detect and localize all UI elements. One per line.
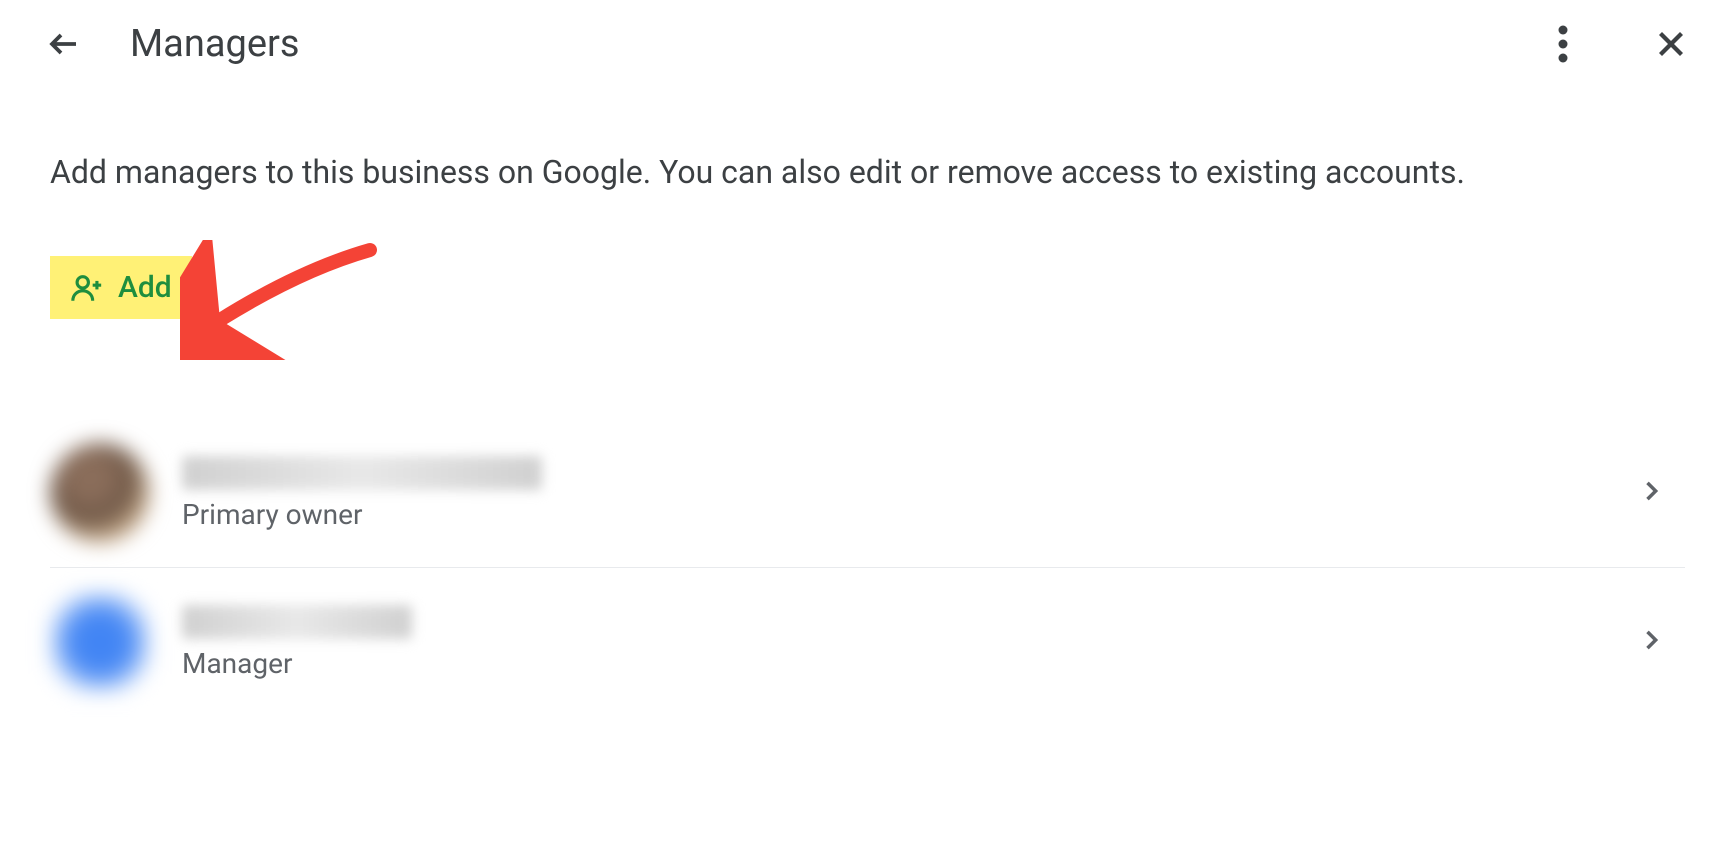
more-vert-icon bbox=[1558, 25, 1568, 63]
chevron-right-icon bbox=[1637, 477, 1665, 509]
manager-info: Manager bbox=[182, 605, 1637, 680]
manager-list-item[interactable]: Primary owner bbox=[50, 419, 1685, 568]
arrow-left-icon bbox=[46, 26, 82, 62]
close-icon bbox=[1653, 26, 1689, 62]
dialog-header: Managers bbox=[0, 0, 1735, 88]
back-button[interactable] bbox=[40, 20, 88, 68]
add-button-highlight: Add bbox=[50, 256, 192, 319]
dialog-content: Add managers to this business on Google.… bbox=[0, 88, 1735, 716]
manager-name-redacted bbox=[182, 456, 542, 490]
manager-role: Primary owner bbox=[182, 498, 1637, 531]
add-button-label: Add bbox=[118, 270, 172, 305]
chevron-right-icon bbox=[1637, 626, 1665, 658]
person-add-icon bbox=[70, 271, 104, 305]
managers-list: Primary owner Manager bbox=[50, 419, 1685, 716]
page-title: Managers bbox=[130, 22, 299, 66]
manager-info: Primary owner bbox=[182, 456, 1637, 531]
header-actions bbox=[1539, 20, 1695, 68]
manager-name-redacted bbox=[182, 605, 412, 639]
description-text: Add managers to this business on Google.… bbox=[50, 148, 1685, 196]
manager-role: Manager bbox=[182, 647, 1637, 680]
more-options-button[interactable] bbox=[1539, 20, 1587, 68]
avatar bbox=[50, 592, 150, 692]
add-manager-button[interactable]: Add bbox=[70, 270, 172, 305]
avatar bbox=[50, 443, 150, 543]
manager-list-item[interactable]: Manager bbox=[50, 568, 1685, 716]
close-button[interactable] bbox=[1647, 20, 1695, 68]
